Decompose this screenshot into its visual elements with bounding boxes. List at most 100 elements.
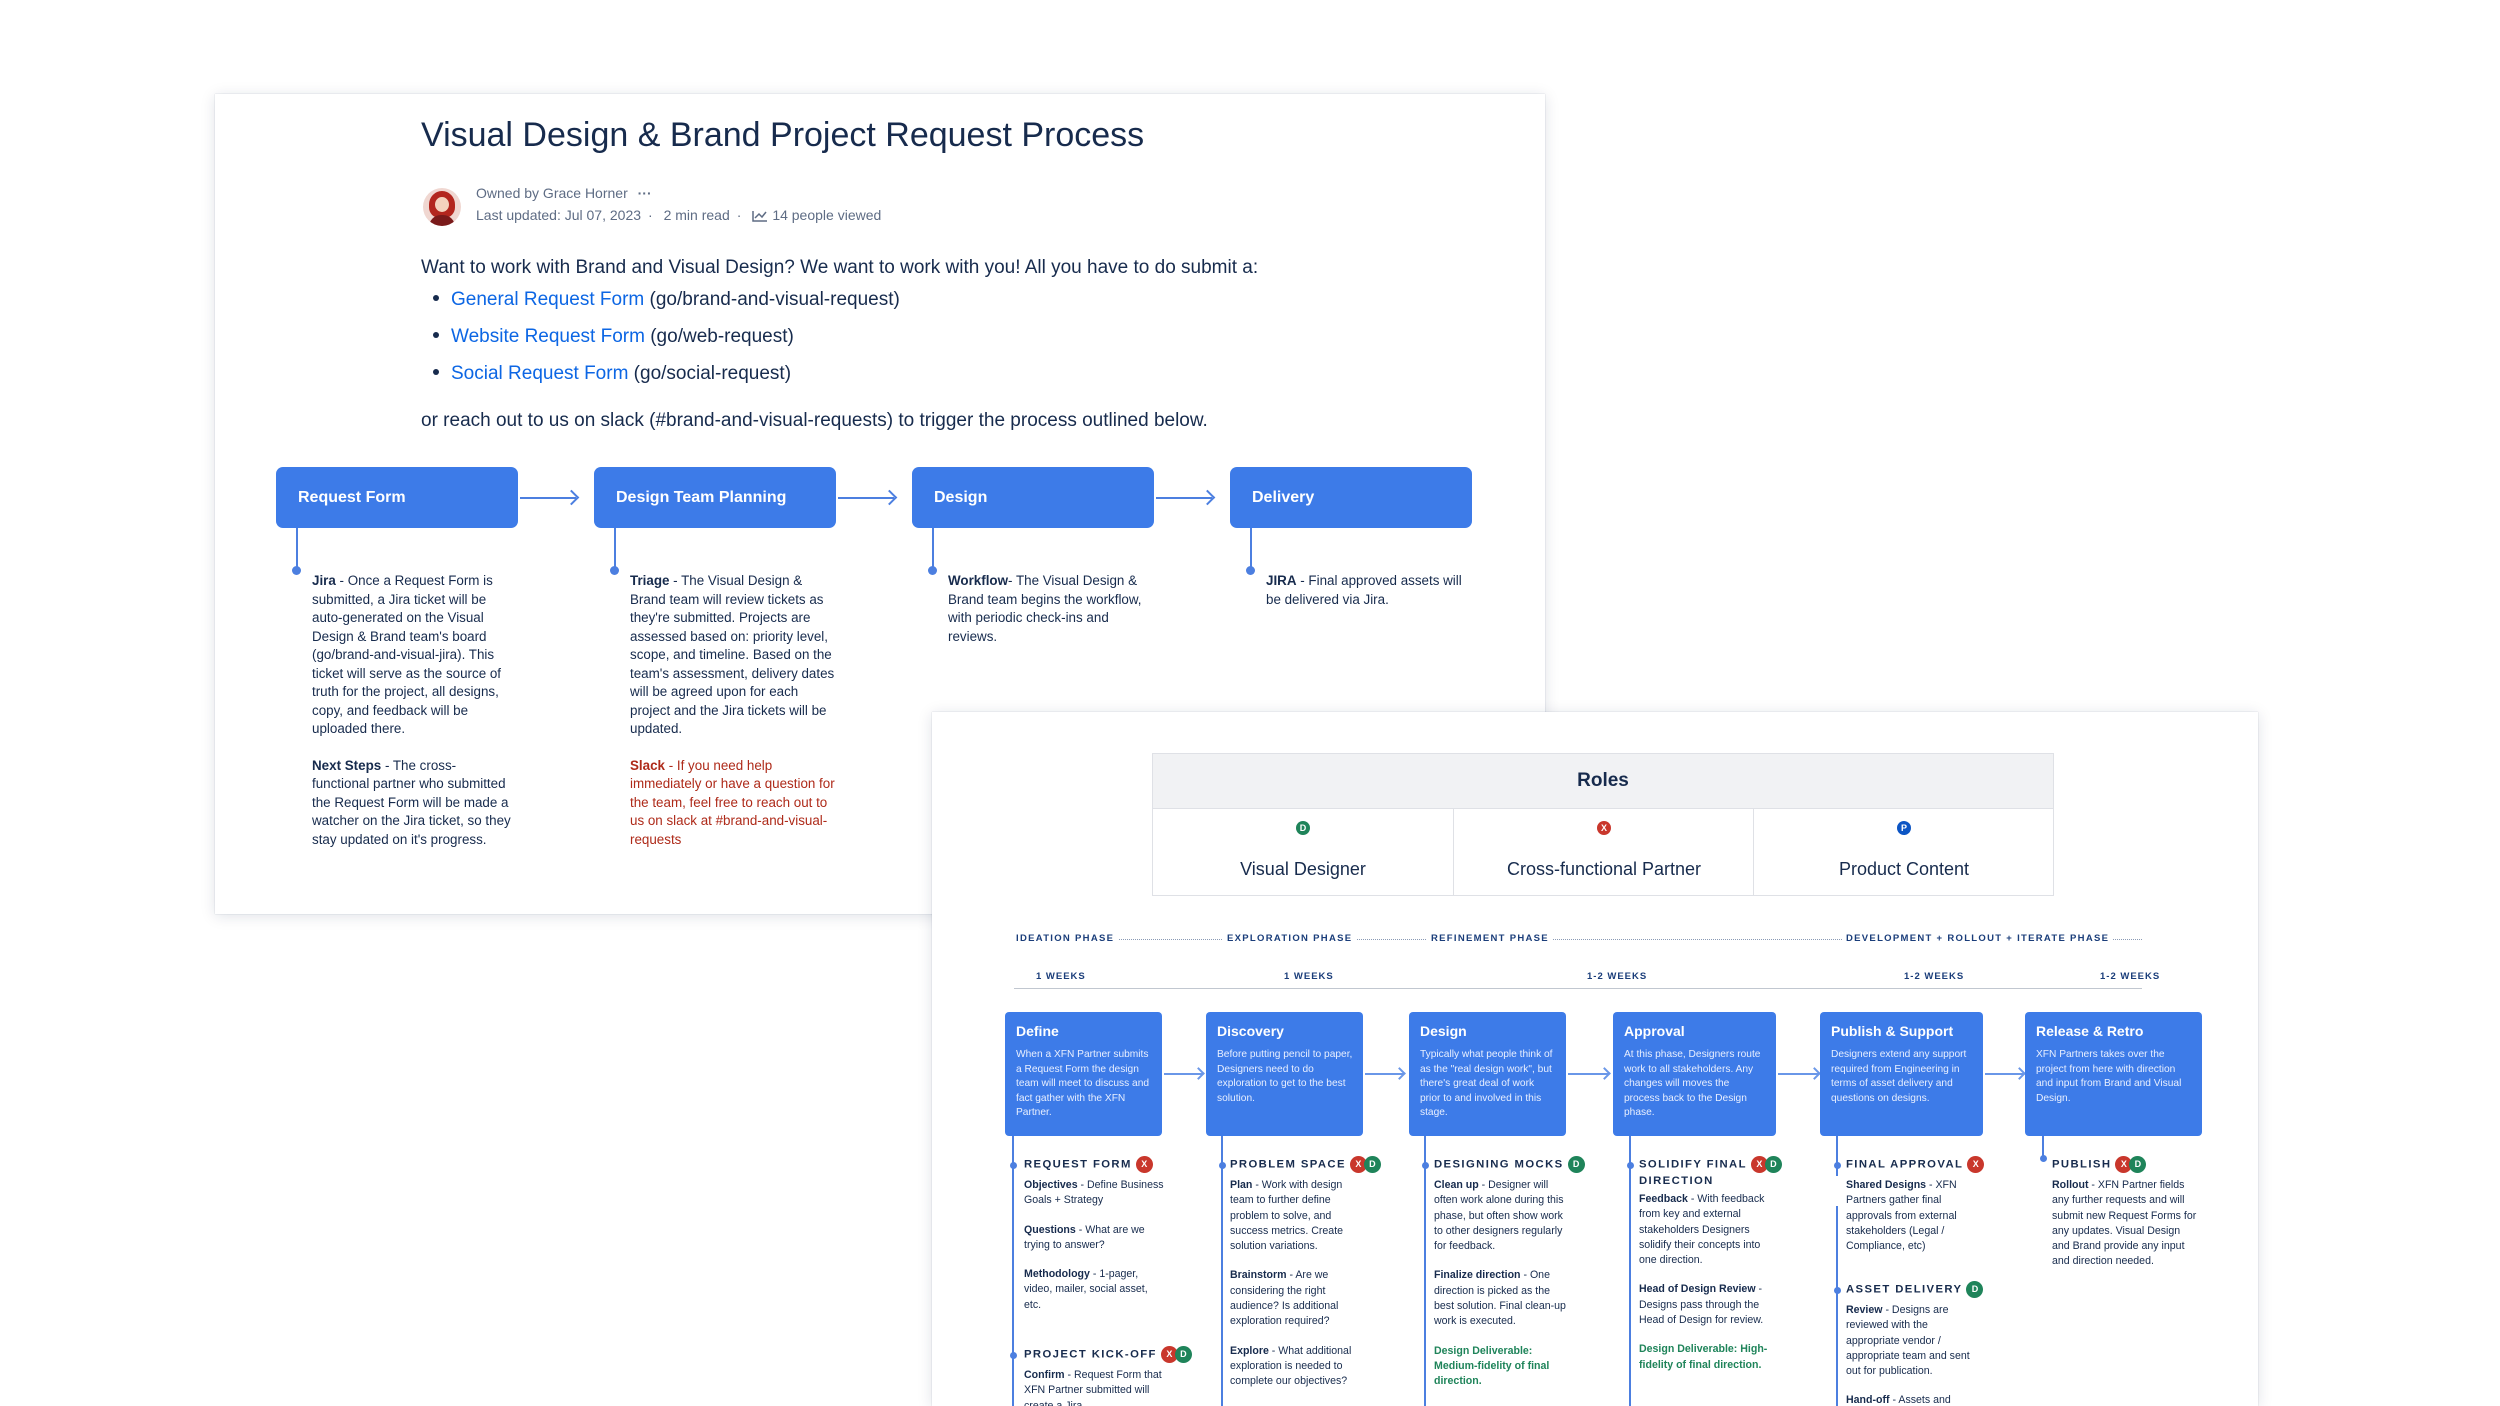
detail-heading: Rollout	[2052, 1179, 2089, 1191]
box-text: Typically what people think of as the "r…	[1420, 1049, 1553, 1119]
detail-heading: Questions	[1024, 1223, 1076, 1236]
design-deliverable: Design Deliverable: High-fidelity of fin…	[1639, 1343, 1768, 1371]
box-title: Design	[1420, 1023, 1467, 1039]
desc-heading: Next Steps	[312, 757, 382, 773]
list-item: Social Request Form (go/social-request)	[433, 363, 900, 400]
planning-description: Triage - The Visual Design & Brand team …	[630, 572, 835, 867]
kickoff-details: Confirm - Request Form that XFN Partner …	[1024, 1368, 1164, 1406]
duration-label: 1 WEEKS	[1036, 971, 1086, 982]
desc-heading: Workflow	[948, 573, 1009, 588]
design-details: Clean up - Designer will often work alon…	[1434, 1178, 1569, 1404]
role-visual-designer: D Visual Designer	[1153, 809, 1453, 895]
box-text: At this phase, Designers route work to a…	[1624, 1049, 1761, 1119]
delivery-description: JIRA - Final approved assets will be del…	[1266, 572, 1466, 627]
phase-exploration: EXPLORATION PHASE	[1223, 933, 1357, 944]
milestone-label: DESIGNING MOCKS	[1434, 1158, 1564, 1171]
milestone-label: PUBLISH	[2052, 1158, 2112, 1171]
milestone-label: PROBLEM SPACE	[1230, 1158, 1346, 1171]
phase-refinement: REFINEMENT PHASE	[1427, 933, 1553, 944]
approval-details: Feedback - With feedback from key and ex…	[1639, 1192, 1774, 1387]
box-title: Publish & Support	[1831, 1023, 1954, 1039]
desc-heading: Slack	[630, 757, 665, 773]
timeline-line	[2042, 1136, 2044, 1156]
milestone-label: ASSET DELIVERY	[1846, 1283, 1963, 1296]
d-role-badge: D	[1966, 1281, 1984, 1298]
detail-text: - XFN Partner fields any further request…	[2052, 1179, 2197, 1268]
role-badge: X	[1597, 821, 1611, 835]
milestone-dot	[1834, 1287, 1841, 1294]
timeline-line	[1836, 1206, 1838, 1406]
detail-heading: Explore	[1230, 1344, 1269, 1357]
phase-box-design: Design Typically what people think of as …	[1409, 1012, 1566, 1136]
last-updated: Last updated: Jul 07, 2023	[476, 207, 642, 223]
step-label: Design	[934, 489, 988, 506]
connector-line	[296, 528, 298, 568]
social-request-form-link[interactable]: Social Request Form	[451, 363, 628, 384]
milestone-designing-mocks: DESIGNING MOCKS D	[1434, 1156, 1585, 1173]
phase-development: DEVELOPMENT + ROLLOUT + ITERATE PHASE	[1842, 933, 2114, 944]
milestone-request-form: REQUEST FORM X	[1024, 1156, 1153, 1173]
phase-arrow	[1164, 1073, 1202, 1075]
milestone-label: FINAL APPROVAL	[1846, 1158, 1964, 1171]
desc-heading: Triage	[630, 573, 670, 588]
slack-note: or reach out to us on slack (#brand-and-…	[421, 410, 1208, 431]
detail-text: - Assets and	[1889, 1394, 1951, 1406]
role-label: Cross-functional Partner	[1506, 859, 1702, 879]
milestone-dot	[1010, 1352, 1017, 1359]
step-request-form: Request Form	[276, 467, 518, 528]
flow-arrow	[520, 497, 576, 499]
box-text: Before putting pencil to paper, Designer…	[1217, 1049, 1353, 1104]
detail-heading: Plan	[1230, 1179, 1253, 1191]
x-role-badge: X	[1135, 1156, 1153, 1173]
milestone-label: REQUEST FORM	[1024, 1158, 1132, 1171]
role-badge: P	[1897, 821, 1911, 835]
general-request-form-link[interactable]: General Request Form	[451, 289, 644, 310]
connector-line	[1250, 528, 1252, 568]
role-product-content: P Product Content	[1753, 809, 2054, 895]
phase-arrow	[1365, 1073, 1403, 1075]
link-shortcut: (go/brand-and-visual-request)	[644, 289, 900, 310]
milestone-dot	[1422, 1162, 1429, 1169]
box-title: Release & Retro	[2036, 1023, 2144, 1039]
detail-heading: Objectives	[1024, 1179, 1078, 1191]
asset-delivery-details: Review - Designs are reviewed with the a…	[1846, 1303, 1981, 1406]
request-form-description: Jira - Once a Request Form is submitted,…	[312, 572, 512, 867]
owner-name[interactable]: Owned by Grace Horner	[476, 185, 628, 201]
box-text: XFN Partners takes over the project from…	[2036, 1049, 2182, 1104]
box-title: Approval	[1624, 1023, 1685, 1039]
flow-arrow	[1156, 497, 1212, 499]
milestone-project-kickoff: PROJECT KICK-OFF X D	[1024, 1346, 1192, 1363]
intro-text: Want to work with Brand and Visual Desig…	[421, 257, 1259, 278]
milestone-dot	[1627, 1162, 1634, 1169]
website-request-form-link[interactable]: Website Request Form	[451, 326, 645, 347]
connector-dot	[928, 566, 937, 575]
duration-label: 1-2 WEEKS	[1904, 971, 1965, 982]
connector-dot	[1246, 566, 1255, 575]
milestone-solidify-direction: SOLIDIFY FINAL X D DIRECTION	[1639, 1156, 1782, 1189]
milestone-asset-delivery: ASSET DELIVERY D	[1846, 1281, 1984, 1298]
phase-arrow	[1985, 1073, 2023, 1075]
milestone-final-approval: FINAL APPROVAL X	[1846, 1156, 1985, 1173]
detail-heading: Shared Designs	[1846, 1179, 1927, 1191]
duration-divider	[1014, 988, 2142, 989]
detail-heading: Hand-off	[1846, 1394, 1890, 1406]
more-options-icon[interactable]: ···	[638, 185, 652, 201]
connector-line	[614, 528, 616, 568]
analytics-link[interactable]: 14 people viewed	[752, 207, 881, 223]
role-label: Visual Designer	[1240, 859, 1366, 879]
desc-heading: Jira	[312, 573, 336, 588]
role-cross-functional-partner: X Cross-functional Partner	[1453, 809, 1754, 895]
owner-avatar[interactable]	[423, 188, 461, 226]
timeline-line	[1629, 1136, 1631, 1406]
box-text: Designers extend any support required fr…	[1831, 1049, 1967, 1104]
duration-label: 1 WEEKS	[1284, 971, 1334, 982]
phase-arrow	[1568, 1073, 1608, 1075]
step-design: Design	[912, 467, 1154, 528]
milestone-dot	[1834, 1162, 1841, 1169]
design-deliverable: Design Deliverable: Medium-fidelity of f…	[1434, 1344, 1550, 1388]
define-details: Objectives - Define Business Goals + Str…	[1024, 1178, 1164, 1327]
publish-details: Rollout - XFN Partner fields any further…	[2052, 1178, 2200, 1284]
detail-heading: Confirm	[1024, 1369, 1065, 1381]
step-label: Delivery	[1252, 489, 1315, 506]
detail-heading: Head of Design Review	[1639, 1283, 1756, 1296]
